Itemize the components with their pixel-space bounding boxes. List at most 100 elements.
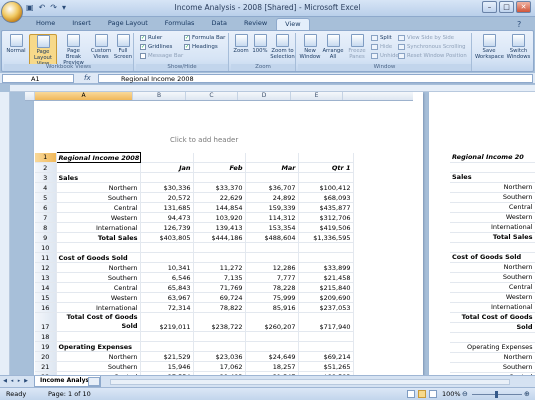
cell-c[interactable]: $238,722 [193,312,246,332]
cell-page2[interactable]: International [450,302,535,313]
cell-d[interactable]: Mar [245,162,299,173]
view-side-by-side-button[interactable]: View Side by Side [398,35,454,41]
cell-e[interactable] [298,252,354,263]
cell-b[interactable]: 72,314 [140,302,194,313]
cell-d[interactable]: $36,707 [245,182,299,193]
cell-a[interactable]: Southern [56,192,141,203]
tab-data[interactable]: Data [203,18,235,30]
row-header[interactable]: 5 [35,192,57,203]
cell-page2[interactable]: Central [450,282,535,293]
cell-d[interactable] [245,172,299,183]
row-header[interactable]: 2 [35,162,57,173]
unhide-button[interactable]: Unhide [371,53,399,59]
close-button[interactable]: ✕ [516,1,531,13]
cell-c[interactable]: 69,724 [193,292,246,303]
insert-function-icon[interactable]: fx [84,74,91,82]
zoom-slider-thumb[interactable] [495,391,498,398]
tab-formulas[interactable]: Formulas [157,18,203,30]
row-header[interactable]: 18 [35,331,57,342]
row-header[interactable]: 17 [35,312,57,332]
cell-e[interactable] [298,172,354,183]
row-header[interactable]: 16 [35,302,57,313]
cell-page2[interactable]: Regional Income 20 [450,152,535,163]
tab-view[interactable]: View [276,18,310,30]
formula-input[interactable]: Regional Income 2008 [98,74,533,83]
cell-a[interactable]: Total Sales [56,232,141,243]
help-icon[interactable]: ? [517,20,521,29]
split-button[interactable]: Split [371,35,392,41]
cell-page2[interactable] [450,242,535,253]
cell-page2[interactable]: Northern [450,352,535,363]
page-header-placeholder[interactable]: Click to add header [170,136,238,144]
cell-a[interactable]: Northern [56,182,141,193]
cell-c[interactable]: 7,135 [193,272,246,283]
cell-page2[interactable]: Northern [450,262,535,273]
cell-b[interactable]: $219,011 [140,312,194,332]
row-header[interactable]: 14 [35,282,57,293]
cell-d[interactable]: 78,228 [245,282,299,293]
cell-c[interactable]: 78,822 [193,302,246,313]
name-box[interactable]: A1 [2,74,74,83]
cell-e[interactable]: $209,690 [298,292,354,303]
zoom-to-selection-button[interactable]: Zoom to Selection [270,34,295,60]
cell-e[interactable]: $237,053 [298,302,354,313]
row-header[interactable]: 13 [35,272,57,283]
cell-b[interactable]: $403,805 [140,232,194,243]
tab-home[interactable]: Home [28,18,63,30]
cell-c[interactable]: 22,629 [193,192,246,203]
cell-c[interactable] [193,242,246,253]
office-button[interactable] [1,1,23,23]
tab-review[interactable]: Review [236,18,275,30]
cell-c[interactable]: $444,186 [193,232,246,243]
cell-e[interactable]: $33,899 [298,262,354,273]
synchronous-scrolling-button[interactable]: Synchronous Scrolling [398,44,466,50]
cell-b[interactable]: 20,572 [140,192,194,203]
page-break-preview-button[interactable]: Page Break Preview [60,34,87,66]
cell-b[interactable] [140,252,194,263]
cell-a[interactable]: Southern [56,361,141,372]
row-header[interactable]: 6 [35,202,57,213]
cell-a[interactable]: Cost of Goods Sold [56,252,141,263]
insert-sheet-icon[interactable] [88,377,100,386]
save-workspace-button[interactable]: Save Workspace [475,34,504,60]
cell-d[interactable] [245,331,299,342]
headings-checkbox[interactable]: ✓ Headings [184,44,218,50]
prev-sheet-icon[interactable]: ◂ [9,378,15,385]
zoom-out-icon[interactable]: ⊖ [462,390,468,398]
last-sheet-icon[interactable]: ▶ [23,378,29,385]
cell-d[interactable] [245,252,299,263]
cell-e[interactable]: $312,706 [298,212,354,223]
cell-page2[interactable]: Southern [450,272,535,283]
cell-page2[interactable]: International [450,222,535,233]
cell-page2[interactable]: Western [450,212,535,223]
column-header-c[interactable]: C [186,92,238,100]
cell-e[interactable] [298,242,354,253]
cell-page2[interactable]: Cost of Goods Sold [450,252,535,263]
cell-e[interactable]: $215,840 [298,282,354,293]
row-header[interactable]: 11 [35,252,57,263]
page-layout-view-button[interactable]: Page Layout View [29,34,57,68]
cell-c[interactable]: 71,769 [193,282,246,293]
cell-b[interactable]: 126,739 [140,222,194,233]
cell-a[interactable]: Sales [56,172,141,183]
cell-d[interactable] [245,242,299,253]
cell-a[interactable]: Central [56,202,141,213]
cell-page2[interactable]: Central [450,202,535,213]
minimize-button[interactable]: – [482,1,497,13]
page-layout-view-icon[interactable] [418,390,426,398]
cell-a[interactable]: Southern [56,272,141,283]
cell-page2[interactable] [450,332,535,343]
cell-page2[interactable]: Sold [450,322,535,333]
column-header-a[interactable]: A [35,92,133,100]
tab-insert[interactable]: Insert [64,18,99,30]
page-break-preview-icon[interactable] [429,390,437,398]
cell-a[interactable]: Central [56,282,141,293]
normal-view-icon[interactable] [407,390,415,398]
cell-a[interactable]: Northern [56,351,141,362]
cell-b[interactable]: $30,336 [140,182,194,193]
cell-e[interactable]: $68,093 [298,192,354,203]
cell-c[interactable]: 11,272 [193,262,246,273]
row-header[interactable]: 10 [35,242,57,253]
row-header[interactable]: 4 [35,182,57,193]
cell-b[interactable]: $21,529 [140,351,194,362]
